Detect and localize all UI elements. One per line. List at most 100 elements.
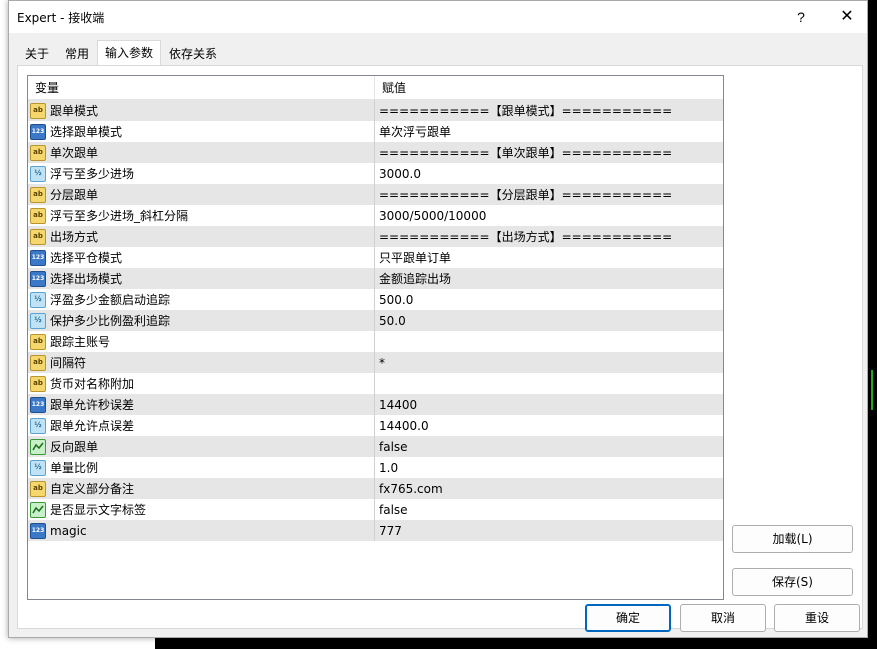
- tab-about[interactable]: 关于: [17, 42, 57, 65]
- parameter-value-cell[interactable]: 3000.0: [375, 163, 723, 184]
- parameter-value-cell[interactable]: false: [375, 436, 723, 457]
- parameter-value-cell[interactable]: fx765.com: [375, 478, 723, 499]
- parameter-row[interactable]: ½ 跟单允许点误差 14400.0: [28, 415, 723, 436]
- parameter-name: 跟踪主账号: [50, 335, 111, 349]
- parameter-value-cell[interactable]: 单次浮亏跟单: [375, 121, 723, 142]
- parameter-value-cell[interactable]: 金额追踪出场: [375, 268, 723, 289]
- parameter-value-cell[interactable]: 500.0: [375, 289, 723, 310]
- parameter-name: 单次跟单: [50, 146, 99, 160]
- close-button[interactable]: ✕: [835, 5, 859, 29]
- string-type-icon: ab: [30, 354, 46, 371]
- string-type-icon: ab: [30, 480, 46, 497]
- parameter-name-cell[interactable]: 反向跟单: [28, 436, 375, 457]
- integer-type-icon: 123: [30, 522, 46, 539]
- parameter-name: 浮盈多少金额启动追踪: [50, 293, 171, 307]
- tab-common[interactable]: 常用: [57, 42, 97, 65]
- parameter-name: 选择出场模式: [50, 272, 123, 286]
- parameter-row[interactable]: ½ 保护多少比例盈利追踪 50.0: [28, 310, 723, 331]
- parameter-row[interactable]: ½ 浮盈多少金额启动追踪 500.0: [28, 289, 723, 310]
- integer-type-icon: 123: [30, 396, 46, 413]
- help-button[interactable]: ?: [789, 5, 813, 29]
- double-type-icon: ½: [30, 312, 46, 329]
- parameter-name-cell[interactable]: ab 单次跟单: [28, 142, 375, 163]
- parameter-row[interactable]: ab 出场方式 ===========【出场方式】===========: [28, 226, 723, 247]
- parameter-row[interactable]: ab 间隔符 *: [28, 352, 723, 373]
- parameter-row[interactable]: 123 选择出场模式 金额追踪出场: [28, 268, 723, 289]
- load-button[interactable]: 加载(L): [732, 525, 853, 553]
- parameter-name: 自定义部分备注: [50, 482, 135, 496]
- double-type-icon: ½: [30, 291, 46, 308]
- parameter-value-cell[interactable]: ===========【跟单模式】===========: [375, 100, 723, 121]
- parameter-name: 跟单允许点误差: [50, 419, 135, 433]
- parameter-row[interactable]: 反向跟单 false: [28, 436, 723, 457]
- parameter-name-cell[interactable]: ab 分层跟单: [28, 184, 375, 205]
- parameter-name: 间隔符: [50, 356, 87, 370]
- parameter-value-cell[interactable]: ===========【单次跟单】===========: [375, 142, 723, 163]
- parameter-value-cell[interactable]: 3000/5000/10000: [375, 205, 723, 226]
- parameter-name-cell[interactable]: ab 间隔符: [28, 352, 375, 373]
- cancel-button[interactable]: 取消: [680, 604, 766, 632]
- column-header-variable[interactable]: 变量: [28, 76, 375, 99]
- parameter-value-cell[interactable]: *: [375, 352, 723, 373]
- parameter-row[interactable]: 是否显示文字标签 false: [28, 499, 723, 520]
- parameter-name-cell[interactable]: 123 跟单允许秒误差: [28, 394, 375, 415]
- parameter-row[interactable]: 123 选择跟单模式 单次浮亏跟单: [28, 121, 723, 142]
- parameter-row[interactable]: ab 浮亏至多少进场_斜杠分隔 3000/5000/10000: [28, 205, 723, 226]
- parameter-value-cell[interactable]: [375, 331, 723, 352]
- parameter-name: 浮亏至多少进场: [50, 167, 135, 181]
- reset-button[interactable]: 重设: [774, 604, 860, 632]
- parameter-value-cell[interactable]: 50.0: [375, 310, 723, 331]
- parameter-value-cell[interactable]: [375, 373, 723, 394]
- parameter-name-cell[interactable]: 123 magic: [28, 520, 375, 541]
- parameter-name-cell[interactable]: ab 货币对名称附加: [28, 373, 375, 394]
- parameter-name-cell[interactable]: ½ 浮亏至多少进场: [28, 163, 375, 184]
- parameter-row[interactable]: ½ 浮亏至多少进场 3000.0: [28, 163, 723, 184]
- parameter-row[interactable]: ab 自定义部分备注 fx765.com: [28, 478, 723, 499]
- parameter-name: 跟单模式: [50, 104, 99, 118]
- parameter-row[interactable]: ½ 单量比例 1.0: [28, 457, 723, 478]
- parameter-value-cell[interactable]: 只平跟单订单: [375, 247, 723, 268]
- parameter-name-cell[interactable]: ½ 保护多少比例盈利追踪: [28, 310, 375, 331]
- parameter-name: 选择跟单模式: [50, 125, 123, 139]
- parameter-row[interactable]: 123 跟单允许秒误差 14400: [28, 394, 723, 415]
- parameter-name-cell[interactable]: 123 选择平仓模式: [28, 247, 375, 268]
- save-button[interactable]: 保存(S): [732, 568, 853, 596]
- boolean-type-icon: [30, 501, 46, 518]
- parameter-row[interactable]: ab 货币对名称附加: [28, 373, 723, 394]
- parameter-name-cell[interactable]: ab 跟单模式: [28, 100, 375, 121]
- ok-button[interactable]: 确定: [585, 604, 671, 632]
- parameter-name-cell[interactable]: ½ 单量比例: [28, 457, 375, 478]
- parameter-row[interactable]: 123 magic 777: [28, 520, 723, 541]
- parameter-value-cell[interactable]: 14400.0: [375, 415, 723, 436]
- parameter-row[interactable]: ab 单次跟单 ===========【单次跟单】===========: [28, 142, 723, 163]
- column-header-value[interactable]: 赋值: [375, 76, 723, 99]
- boolean-type-icon: [30, 438, 46, 455]
- string-type-icon: ab: [30, 207, 46, 224]
- parameter-name-cell[interactable]: ½ 浮盈多少金额启动追踪: [28, 289, 375, 310]
- parameter-value-cell[interactable]: ===========【分层跟单】===========: [375, 184, 723, 205]
- parameter-name-cell[interactable]: ab 浮亏至多少进场_斜杠分隔: [28, 205, 375, 226]
- parameter-name-cell[interactable]: ab 自定义部分备注: [28, 478, 375, 499]
- parameter-value-cell[interactable]: 14400: [375, 394, 723, 415]
- parameter-value-cell[interactable]: false: [375, 499, 723, 520]
- parameter-row[interactable]: ab 分层跟单 ===========【分层跟单】===========: [28, 184, 723, 205]
- parameter-name-cell[interactable]: ½ 跟单允许点误差: [28, 415, 375, 436]
- title-bar[interactable]: Expert - 接收端 ? ✕: [9, 1, 867, 33]
- parameter-value-cell[interactable]: 1.0: [375, 457, 723, 478]
- double-type-icon: ½: [30, 417, 46, 434]
- parameter-name-cell[interactable]: 123 选择出场模式: [28, 268, 375, 289]
- parameter-row[interactable]: 123 选择平仓模式 只平跟单订单: [28, 247, 723, 268]
- parameter-name-cell[interactable]: ab 跟踪主账号: [28, 331, 375, 352]
- parameter-name: 浮亏至多少进场_斜杠分隔: [50, 209, 189, 223]
- tab-dependencies[interactable]: 依存关系: [161, 42, 225, 65]
- parameter-row[interactable]: ab 跟单模式 ===========【跟单模式】===========: [28, 100, 723, 121]
- grid-header: 变量 赋值: [28, 76, 723, 100]
- integer-type-icon: 123: [30, 249, 46, 266]
- parameter-value-cell[interactable]: 777: [375, 520, 723, 541]
- parameter-name-cell[interactable]: ab 出场方式: [28, 226, 375, 247]
- parameter-name-cell[interactable]: 是否显示文字标签: [28, 499, 375, 520]
- tab-inputs[interactable]: 输入参数: [97, 40, 162, 65]
- parameter-row[interactable]: ab 跟踪主账号: [28, 331, 723, 352]
- parameter-name-cell[interactable]: 123 选择跟单模式: [28, 121, 375, 142]
- parameter-value-cell[interactable]: ===========【出场方式】===========: [375, 226, 723, 247]
